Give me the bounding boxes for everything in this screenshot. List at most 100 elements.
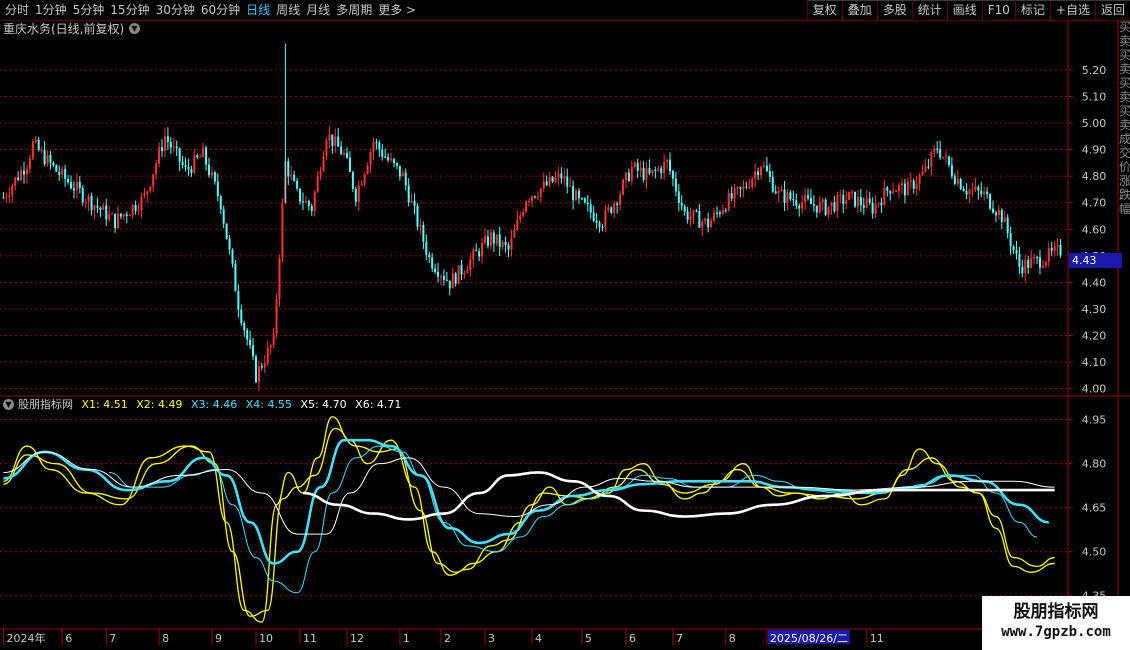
candle-body [20, 170, 23, 181]
chart-canvas[interactable]: 5.20 5.10 5.00 4.90 4.80 4.70 4.60 4.50 4.40 4.30… [0, 0, 1130, 650]
candle-body [959, 179, 962, 190]
candle-body [122, 214, 125, 217]
candle-body [43, 149, 46, 165]
price-tick-label: 4.70 [1082, 197, 1107, 210]
candle-body [742, 186, 745, 189]
candle-body [645, 167, 648, 180]
candle-body [851, 191, 854, 193]
candle-body [698, 211, 701, 228]
candle-body [892, 191, 895, 194]
candle-body [61, 168, 64, 175]
candle-body [357, 185, 360, 202]
candle-body [304, 200, 307, 203]
candle-body [856, 197, 859, 207]
candle-body [72, 188, 75, 191]
candle-body [977, 186, 980, 191]
candle-body [1027, 259, 1030, 268]
candle-body [208, 164, 211, 176]
candle-body [1015, 249, 1018, 254]
candle-body [707, 218, 710, 228]
candle-body [478, 251, 481, 257]
candle-body [777, 190, 780, 194]
candle-body [804, 195, 807, 203]
candle-body [624, 172, 627, 181]
time-axis-label: 9 [215, 632, 222, 645]
candle-body [545, 181, 548, 185]
candle-body [64, 168, 67, 179]
candle-body [366, 165, 369, 174]
indicator-tick-label: 4.50 [1082, 546, 1107, 559]
candle-body [715, 212, 718, 214]
candle-body [199, 157, 202, 159]
candle-body [724, 210, 727, 212]
series-line-x6 [302, 471, 1055, 521]
candle-body [93, 205, 96, 211]
candle-body [991, 208, 994, 213]
candle-body [363, 173, 366, 184]
candle-body [760, 166, 763, 176]
candle-body [175, 146, 178, 149]
candle-body [381, 149, 384, 157]
candle-body [243, 323, 246, 331]
candle-body [657, 168, 660, 171]
candle-body [143, 193, 146, 196]
candle-body [67, 178, 70, 183]
candle-body [792, 198, 795, 201]
time-axis-label: 4 [535, 632, 542, 645]
candle-body [616, 203, 619, 205]
candle-body [865, 198, 868, 208]
candle-body [889, 190, 892, 194]
candle-body [416, 205, 419, 227]
candle-body [906, 181, 909, 196]
candle-body [23, 170, 26, 175]
candle-body [909, 180, 912, 182]
candle-body [431, 257, 434, 269]
candle-body [1024, 259, 1027, 274]
candle-body [900, 183, 903, 186]
candle-body [580, 198, 583, 200]
candle-body [401, 172, 404, 177]
candle-body [128, 215, 131, 217]
candle-body [437, 271, 440, 277]
candle-body [660, 168, 663, 174]
candle-body [721, 210, 724, 215]
time-axis-label: 7 [109, 632, 116, 645]
candle-body [1009, 233, 1012, 247]
candle-body [398, 165, 401, 177]
candle-body [134, 204, 137, 211]
candle-body [666, 159, 669, 162]
candle-body [161, 147, 164, 152]
price-tick-label: 4.30 [1082, 303, 1107, 316]
candle-body [158, 147, 161, 164]
candle-body [1030, 258, 1033, 268]
candle-body [695, 210, 698, 212]
candle-body [492, 232, 495, 244]
candle-body [469, 259, 472, 271]
candle-body [114, 213, 117, 228]
candle-body [11, 185, 14, 196]
candle-body [933, 148, 936, 153]
candle-body [337, 136, 340, 147]
candle-body [586, 202, 589, 205]
candle-body [651, 169, 654, 174]
time-axis-label: 12 [350, 632, 364, 645]
candle-body [604, 210, 607, 228]
candle-body [501, 241, 504, 247]
candle-body [454, 273, 457, 284]
candle-body [498, 234, 501, 247]
candle-body [930, 152, 933, 167]
candle-body [116, 213, 119, 228]
candle-body [956, 179, 959, 184]
candle-body [774, 191, 777, 194]
candle-body [560, 173, 563, 179]
candle-body [28, 158, 31, 169]
candle-body [448, 280, 451, 289]
candle-body [17, 177, 20, 181]
candle-body [369, 151, 372, 166]
candle-body [669, 159, 672, 172]
candle-body [674, 178, 677, 192]
candle-body [96, 205, 99, 208]
candle-body [663, 161, 666, 174]
candle-body [31, 141, 34, 159]
candle-body [102, 205, 105, 210]
